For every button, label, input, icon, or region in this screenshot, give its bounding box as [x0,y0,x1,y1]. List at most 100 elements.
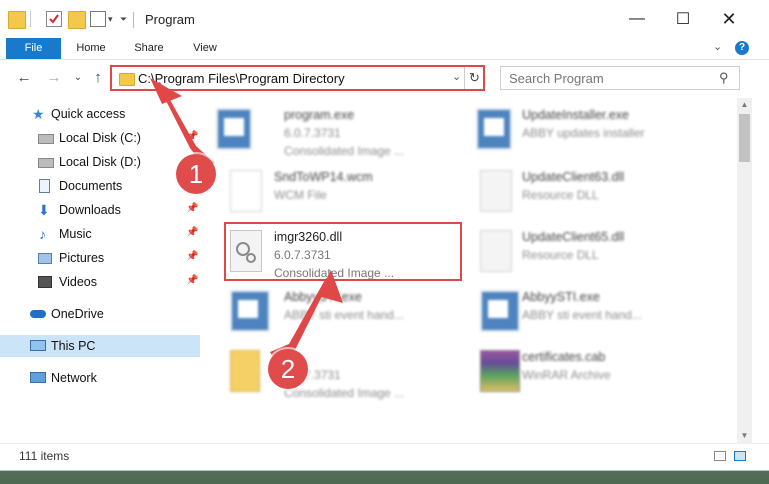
file-tile[interactable]: AbbyySTI.exe ABBY sti event hand... [226,284,466,340]
music-icon: ♪ [39,226,46,242]
file-icon [230,170,262,212]
forward-button[interactable]: → [44,68,64,88]
file-name: UpdateClient65.dll [522,230,625,244]
close-button[interactable]: ✕ [706,0,752,38]
file-detail: ABBY sti event hand... [284,308,404,322]
separator [30,11,31,27]
download-arrow-icon: ⬇ [38,202,50,218]
nav-item-local-disk-d[interactable]: Local Disk (D:) 📌 [0,151,200,173]
tab-view[interactable]: View [180,38,230,59]
nav-item-downloads[interactable]: ⬇ Downloads 📌 [0,199,200,221]
pin-icon[interactable]: 📌 [186,227,198,238]
file-detail: Consolidated Image ... [284,386,405,400]
pictures-icon [38,253,52,264]
chevron-down-icon[interactable]: ⌄ [452,70,461,83]
vertical-scrollbar[interactable]: ▲ ▼ [737,98,752,443]
tab-share[interactable]: Share [124,38,174,59]
file-tile[interactable]: UpdateClient65.dll Resource DLL [476,224,716,280]
file-tile[interactable]: SndToWP14.wcm WCM File [226,164,466,220]
exe-icon [216,108,252,150]
ribbon-tabs: File Home Share View ⌄ ? [0,38,769,60]
nav-label: Music [59,227,92,241]
dll-icon [480,170,512,212]
nav-item-local-disk-c[interactable]: Local Disk (C:) 📌 [0,127,200,149]
details-view-icon[interactable] [714,451,726,461]
file-detail: ABBY sti event hand... [522,308,642,322]
help-icon[interactable]: ? [735,41,749,55]
exe-icon [476,108,512,150]
file-detail: WCM File [274,188,327,202]
back-button[interactable]: ← [14,68,34,88]
tiles-view-icon[interactable] [734,451,746,461]
file-tile[interactable]: 6.0.7.3731 Consolidated Image ... [226,344,466,400]
search-icon[interactable]: ⚲ [719,70,729,86]
search-box[interactable]: ⚲ [500,66,740,90]
pin-icon[interactable]: 📌 [186,203,198,214]
expand-ribbon-icon[interactable]: ⌄ [713,40,722,53]
navigation-bar: ← → ⌄ ↑ C:\Program Files\Program Directo… [0,60,769,98]
nav-network[interactable]: Network [0,367,200,389]
nav-onedrive[interactable]: OneDrive [0,303,200,325]
search-input[interactable] [507,70,716,87]
drive-icon [38,134,54,144]
file-name: AbbyySTI.exe [284,290,362,304]
customize-toolbar-icon[interactable]: ⏷ [120,11,130,27]
nav-item-videos[interactable]: Videos 📌 [0,271,200,293]
folder-icon [119,73,135,86]
pin-icon[interactable]: 📌 [186,251,198,262]
dll-icon [480,230,512,272]
nav-label: OneDrive [51,307,104,321]
nav-item-music[interactable]: ♪ Music 📌 [0,223,200,245]
scroll-up-icon[interactable]: ▲ [737,98,752,112]
file-detail: Resource DLL [522,248,599,262]
file-name: UpdateInstaller.exe [522,108,630,122]
nav-item-pictures[interactable]: Pictures 📌 [0,247,200,269]
file-tile[interactable]: AbbyySTI.exe ABBY sti event hand... [476,284,716,340]
file-tile[interactable]: UpdateClient63.dll Resource DLL [476,164,716,220]
scroll-thumb[interactable] [739,114,750,162]
nav-label: Network [51,371,97,385]
pin-icon[interactable]: 📌 [186,131,198,142]
file-tile[interactable]: program.exe 6.0.7.3731 Consolidated Imag… [212,102,452,158]
separator [133,12,134,28]
nav-this-pc[interactable]: This PC [0,335,200,357]
address-bar[interactable]: C:\Program Files\Program Directory ⌄ ↻ [110,65,485,91]
network-icon [30,372,46,383]
videos-icon [38,276,52,288]
tab-home[interactable]: Home [66,38,116,59]
view-options-icon[interactable] [90,11,106,27]
nav-label: Quick access [51,107,126,121]
nav-label: Downloads [59,203,121,217]
tab-file[interactable]: File [6,38,61,59]
minimize-button[interactable]: — [614,0,660,38]
pin-icon[interactable]: 📌 [186,275,198,286]
window-title: Program [145,12,195,27]
chevron-down-icon[interactable]: ▾ [108,11,118,27]
winrar-archive-icon [480,350,520,392]
file-tile[interactable]: certificates.cab WinRAR Archive [476,344,716,400]
highlight-box [224,222,462,281]
file-detail: Resource DLL [522,188,599,202]
file-name: UpdateClient63.dll [522,170,625,184]
recent-locations-button[interactable]: ⌄ [68,68,88,88]
maximize-button[interactable]: ☐ [660,0,706,38]
address-path[interactable]: C:\Program Files\Program Directory [138,71,345,86]
title-bar: ▾ ⏷ Program — ☐ ✕ [0,0,769,38]
folder-icon [230,350,260,392]
status-bar: 111 items [0,443,769,468]
file-name: program.exe [284,108,355,122]
nav-quick-access[interactable]: ★ Quick access [0,103,200,125]
up-button[interactable]: ↑ [88,68,108,88]
nav-item-documents[interactable]: Documents [0,175,200,197]
file-tile[interactable]: UpdateInstaller.exe ABBY updates install… [472,102,712,158]
scroll-down-icon[interactable]: ▼ [737,429,752,443]
new-folder-icon[interactable] [68,11,86,29]
exe-icon [230,290,270,332]
exe-icon [480,290,520,332]
step-badge-1: 1 [176,154,216,194]
explorer-window: ▾ ⏷ Program — ☐ ✕ File Home Share View ⌄… [0,0,769,471]
file-detail: WinRAR Archive [522,368,611,382]
properties-icon[interactable] [46,11,62,27]
refresh-button[interactable]: ↻ [464,67,484,89]
computer-icon [30,340,46,351]
